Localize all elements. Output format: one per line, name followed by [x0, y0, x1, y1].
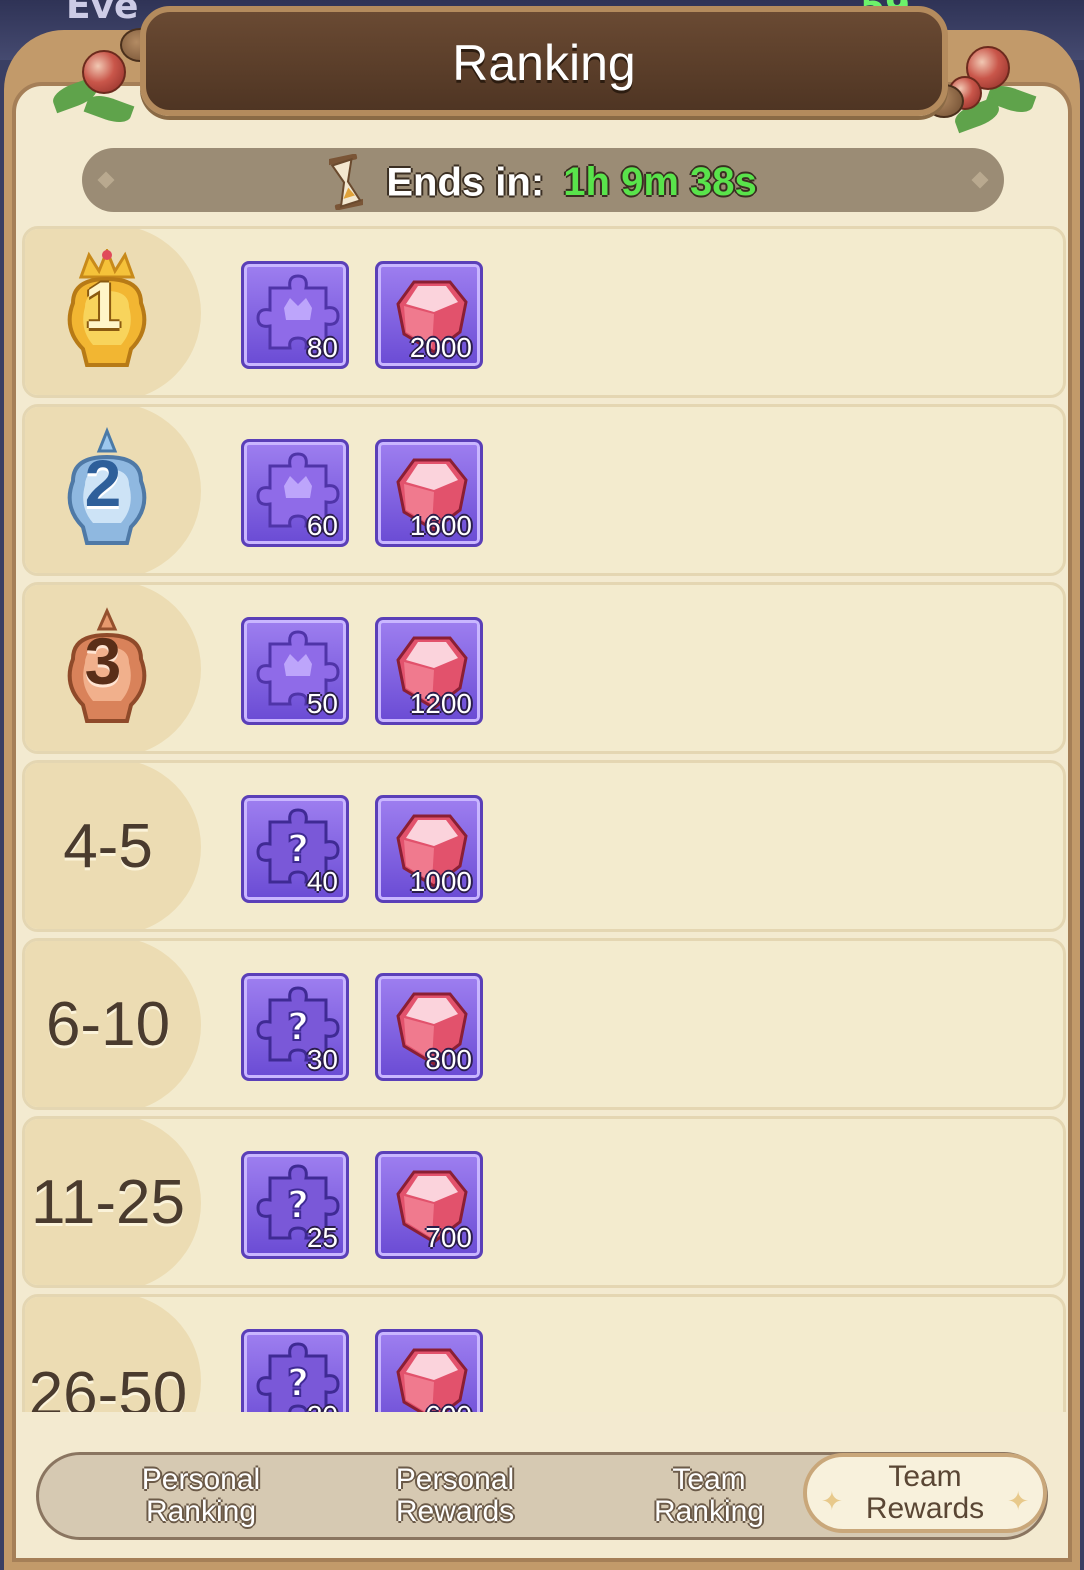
- reward-quantity: 60: [306, 510, 338, 541]
- reward-quantity: 30: [306, 1044, 338, 1075]
- page-title: Ranking: [452, 35, 636, 91]
- reward-quantity: 2000: [409, 332, 472, 363]
- rank-label: 3: [84, 624, 122, 698]
- gem-reward[interactable]: 1200: [375, 617, 483, 725]
- rank-label: 11-25: [31, 1167, 185, 1237]
- reward-quantity: 1600: [409, 510, 472, 541]
- puzzle-piece-reward[interactable]: 60: [241, 439, 349, 547]
- rank-label: 6-10: [45, 989, 171, 1059]
- event-timer-bar: Ends in: 1h 9m 38s: [82, 148, 1004, 212]
- reward-row-rank-4-5: 4-5 ? 40 1000: [22, 760, 1066, 932]
- puzzle-piece-reward[interactable]: 80: [241, 261, 349, 369]
- reward-quantity: 600: [425, 1400, 472, 1412]
- timer-label: Ends in:: [386, 160, 545, 205]
- rank-label: 4-5: [63, 811, 153, 881]
- reward-quantity: 800: [425, 1044, 472, 1075]
- reward-row-rank-3: 3 50 1200: [22, 582, 1066, 754]
- reward-row-rank-11-25: 11-25 ? 25 700: [22, 1116, 1066, 1288]
- sparkle-icon: ✦: [821, 1486, 843, 1516]
- svg-text:?: ?: [287, 827, 309, 871]
- tab-personal-ranking[interactable]: Personal Ranking: [81, 1455, 321, 1537]
- puzzle-piece-reward[interactable]: ? 20: [241, 1329, 349, 1412]
- reward-quantity: 80: [306, 332, 338, 363]
- hourglass-icon: [329, 154, 364, 211]
- puzzle-piece-reward[interactable]: ? 30: [241, 973, 349, 1081]
- gem-reward[interactable]: 1600: [375, 439, 483, 547]
- reward-quantity: 20: [307, 1400, 338, 1412]
- background-text-left: Eve: [66, 0, 139, 27]
- tab-team-ranking[interactable]: Team Ranking: [589, 1455, 829, 1537]
- reward-quantity: 40: [306, 866, 338, 897]
- ranking-tab-bar: Personal Ranking Personal Rewards Team Rank…: [36, 1452, 1048, 1540]
- reward-row-rank-26-50: 26-50 ? 20 600: [22, 1294, 1066, 1412]
- tab-team-rewards[interactable]: ✦ Team Rewards ✦: [803, 1453, 1047, 1533]
- timer-value: 1h 9m 38s: [563, 160, 757, 205]
- reward-quantity: 1200: [409, 688, 472, 719]
- rank-label: 1: [84, 268, 122, 342]
- svg-text:?: ?: [287, 1005, 309, 1049]
- reward-quantity: 700: [425, 1222, 472, 1253]
- gem-reward[interactable]: 2000: [375, 261, 483, 369]
- reward-quantity: 25: [306, 1222, 338, 1253]
- rewards-list[interactable]: 1 80 2000 2 60 1600 3 50 1200 4-5 ? 40 1…: [22, 226, 1066, 1412]
- tab-personal-rewards[interactable]: Personal Rewards: [335, 1455, 575, 1537]
- gem-reward[interactable]: 800: [375, 973, 483, 1081]
- title-banner: Ranking: [140, 6, 948, 116]
- gem-reward[interactable]: 1000: [375, 795, 483, 903]
- rank-label: 26-50: [28, 1359, 188, 1413]
- sparkle-icon: ✦: [1007, 1486, 1029, 1516]
- reward-row-rank-2: 2 60 1600: [22, 404, 1066, 576]
- puzzle-piece-reward[interactable]: ? 40: [241, 795, 349, 903]
- puzzle-piece-reward[interactable]: 50: [241, 617, 349, 725]
- puzzle-piece-reward[interactable]: ? 25: [241, 1151, 349, 1259]
- gem-reward[interactable]: 700: [375, 1151, 483, 1259]
- svg-text:?: ?: [287, 1183, 309, 1227]
- reward-row-rank-6-10: 6-10 ? 30 800: [22, 938, 1066, 1110]
- reward-quantity: 1000: [409, 866, 472, 897]
- svg-text:?: ?: [287, 1361, 309, 1405]
- reward-row-rank-1: 1 80 2000: [22, 226, 1066, 398]
- gem-reward[interactable]: 600: [375, 1329, 483, 1412]
- reward-quantity: 50: [306, 688, 338, 719]
- rank-label: 2: [84, 446, 122, 520]
